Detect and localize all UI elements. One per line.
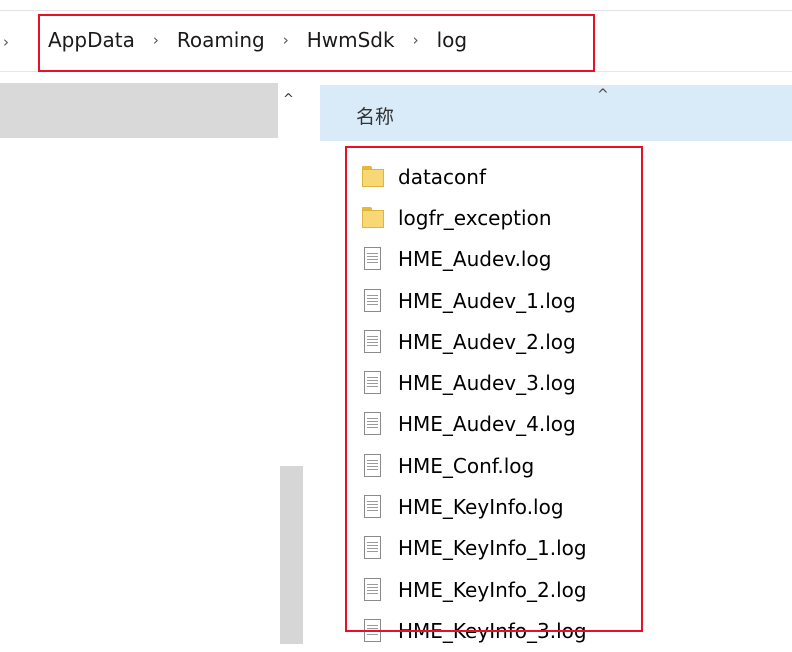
nav-scrollbar-thumb[interactable] [280, 466, 303, 644]
column-header-label: 名称 [356, 106, 395, 128]
file-list-highlight-box [345, 146, 643, 632]
navigation-pane[interactable] [0, 72, 303, 644]
sort-ascending-icon: ^ [597, 87, 609, 103]
breadcrumb-expand-chevron-icon[interactable]: › [3, 33, 9, 51]
nav-selected-item[interactable] [0, 83, 278, 138]
scroll-up-arrow-icon[interactable]: ^ [283, 92, 294, 107]
column-header-name[interactable]: ^ 名称 [320, 85, 792, 141]
breadcrumb-highlight-box [38, 14, 595, 72]
